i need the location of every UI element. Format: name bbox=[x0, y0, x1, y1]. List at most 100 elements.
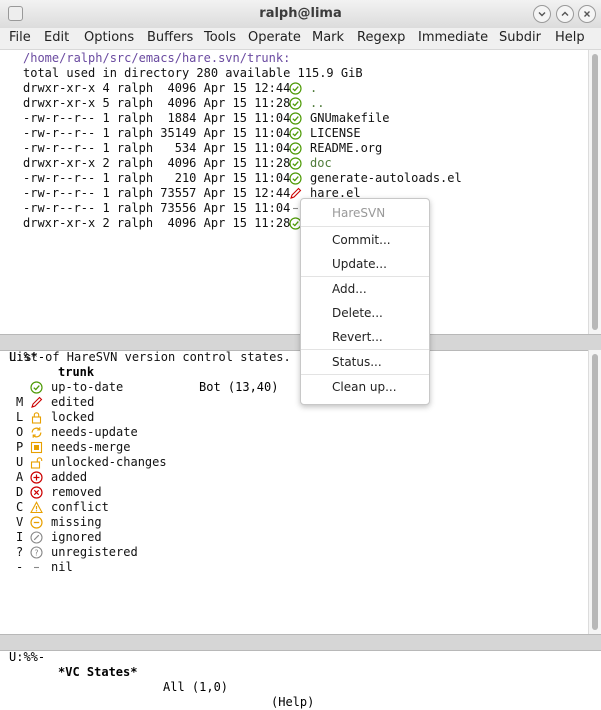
dired-file-name[interactable]: LICENSE bbox=[310, 126, 361, 141]
state-label: needs-update bbox=[51, 425, 138, 439]
dired-file-info: drwxr-xr-x 4 ralph 4096 Apr 15 12:44 bbox=[23, 81, 291, 95]
up-to-date-icon bbox=[289, 82, 302, 95]
dired-file-name[interactable]: GNUmakefile bbox=[310, 111, 389, 126]
state-code: V bbox=[16, 515, 24, 529]
menu-regexp[interactable]: Regexp bbox=[357, 30, 405, 45]
menu-file[interactable]: File bbox=[9, 30, 31, 45]
title-bar: ralph@lima bbox=[0, 0, 601, 29]
missing-icon bbox=[30, 516, 43, 529]
window-title: ralph@lima bbox=[259, 6, 342, 21]
dired-file-info: -rw-r--r-- 1 ralph 1884 Apr 15 11:04 bbox=[23, 111, 291, 125]
vc-states-pane[interactable]: List of HareSVN version control states. … bbox=[0, 350, 588, 634]
dired-path: /home/ralph/src/emacs/hare.svn/trunk: bbox=[23, 51, 291, 65]
state-label: removed bbox=[51, 485, 102, 499]
menu-item-commit[interactable]: Commit... bbox=[332, 233, 391, 247]
dired-file-info: -rw-r--r-- 1 ralph 73557 Apr 15 12:44 bbox=[23, 186, 291, 200]
state-code: C bbox=[16, 500, 24, 514]
state-code: I bbox=[16, 530, 24, 544]
menu-item-delete[interactable]: Delete... bbox=[332, 306, 383, 320]
menu-operate[interactable]: Operate bbox=[248, 30, 301, 45]
bottom-modeline: U:%%- *VC States* All (1,0) (Help) bbox=[0, 634, 601, 709]
up-to-date-icon bbox=[289, 127, 302, 140]
state-code: O bbox=[16, 425, 24, 439]
menu-item-revert[interactable]: Revert... bbox=[332, 330, 383, 344]
menu-tools[interactable]: Tools bbox=[204, 30, 236, 45]
up-to-date-icon bbox=[289, 97, 302, 110]
state-label: unlocked-changes bbox=[51, 455, 167, 469]
menu-separator bbox=[301, 374, 429, 375]
ignored-icon bbox=[30, 531, 43, 544]
vc-states-header: List of HareSVN version control states. bbox=[9, 350, 291, 364]
state-label: missing bbox=[51, 515, 102, 529]
dired-file-info: drwxr-xr-x 5 ralph 4096 Apr 15 11:28 bbox=[23, 96, 291, 110]
nil-icon bbox=[30, 561, 43, 574]
state-label: locked bbox=[51, 410, 95, 424]
menu-item-update[interactable]: Update... bbox=[332, 257, 387, 271]
menu-immediate[interactable]: Immediate bbox=[418, 30, 488, 45]
unregistered-icon: ? bbox=[30, 546, 43, 559]
dired-file-info: -rw-r--r-- 1 ralph 210 Apr 15 11:04 bbox=[23, 171, 291, 185]
close-button[interactable] bbox=[578, 5, 596, 23]
unlocked-changes-icon bbox=[30, 456, 43, 469]
menu-item-cleanup[interactable]: Clean up... bbox=[332, 380, 397, 394]
up-to-date-icon bbox=[30, 381, 43, 394]
state-code: P bbox=[16, 440, 24, 454]
dired-file-name[interactable]: generate-autoloads.el bbox=[310, 171, 462, 186]
state-label: needs-merge bbox=[51, 440, 131, 454]
dired-file-info: -rw-r--r-- 1 ralph 73556 Apr 15 11:04 bbox=[23, 201, 291, 215]
modeline-status: U:%%- bbox=[9, 650, 46, 664]
menu-buffers[interactable]: Buffers bbox=[147, 30, 193, 45]
up-to-date-icon bbox=[289, 112, 302, 125]
dired-file-info: -rw-r--r-- 1 ralph 534 Apr 15 11:04 bbox=[23, 141, 291, 155]
locked-icon bbox=[30, 411, 43, 424]
state-label: unregistered bbox=[51, 545, 138, 559]
menu-separator bbox=[301, 276, 429, 277]
bottom-scrollbar[interactable] bbox=[588, 350, 601, 634]
edited-icon bbox=[30, 396, 43, 409]
menu-bar: File Edit Options Buffers Tools Operate … bbox=[0, 28, 601, 50]
dired-file-name[interactable]: doc bbox=[310, 156, 332, 171]
state-label: ignored bbox=[51, 530, 102, 544]
dired-file-name[interactable]: . bbox=[310, 81, 317, 96]
state-label: nil bbox=[51, 560, 73, 574]
state-code: M bbox=[16, 395, 24, 409]
maximize-button[interactable] bbox=[556, 5, 574, 23]
menu-subdir[interactable]: Subdir bbox=[499, 30, 541, 45]
state-code: ? bbox=[16, 545, 24, 559]
modeline-position: All (1,0) bbox=[163, 680, 229, 694]
state-label: added bbox=[51, 470, 88, 484]
close-icon bbox=[584, 11, 590, 17]
state-label: conflict bbox=[51, 500, 109, 514]
menu-help[interactable]: Help bbox=[555, 30, 585, 45]
menu-options[interactable]: Options bbox=[84, 30, 134, 45]
chevron-down-icon bbox=[538, 12, 546, 17]
dired-pane[interactable]: /home/ralph/src/emacs/hare.svn/trunk: to… bbox=[0, 50, 588, 334]
menu-separator bbox=[301, 226, 429, 227]
svg-text:?: ? bbox=[34, 548, 38, 557]
added-icon bbox=[30, 471, 43, 484]
dired-total: total used in directory 280 available 11… bbox=[23, 66, 363, 80]
dired-file-info: drwxr-xr-x 2 ralph 4096 Apr 15 11:28 bbox=[23, 156, 291, 170]
haresvn-context-menu: HareSVN Commit... Update... Add... Delet… bbox=[300, 198, 430, 405]
state-label: up-to-date bbox=[51, 380, 124, 394]
menu-item-add[interactable]: Add... bbox=[332, 282, 367, 296]
dired-file-info: drwxr-xr-x 2 ralph 4096 Apr 15 11:28 bbox=[23, 216, 291, 230]
chevron-up-icon bbox=[561, 11, 569, 16]
menu-edit[interactable]: Edit bbox=[44, 30, 69, 45]
state-code: A bbox=[16, 470, 24, 484]
menu-mark[interactable]: Mark bbox=[312, 30, 344, 45]
top-scrollbar[interactable] bbox=[588, 50, 601, 334]
modeline-mode: (Help) bbox=[271, 695, 315, 709]
state-code: D bbox=[16, 485, 24, 499]
top-scrollbar-thumb[interactable] bbox=[592, 54, 598, 330]
bottom-scrollbar-thumb[interactable] bbox=[592, 354, 598, 630]
dired-file-name[interactable]: README.org bbox=[310, 141, 382, 156]
context-menu-title: HareSVN bbox=[332, 206, 386, 220]
conflict-icon bbox=[30, 501, 43, 514]
dired-file-name[interactable]: .. bbox=[310, 96, 324, 111]
minimize-button[interactable] bbox=[533, 5, 551, 23]
menu-separator bbox=[301, 349, 429, 350]
menu-item-status[interactable]: Status... bbox=[332, 355, 382, 369]
removed-icon bbox=[30, 486, 43, 499]
state-code: L bbox=[16, 410, 24, 424]
